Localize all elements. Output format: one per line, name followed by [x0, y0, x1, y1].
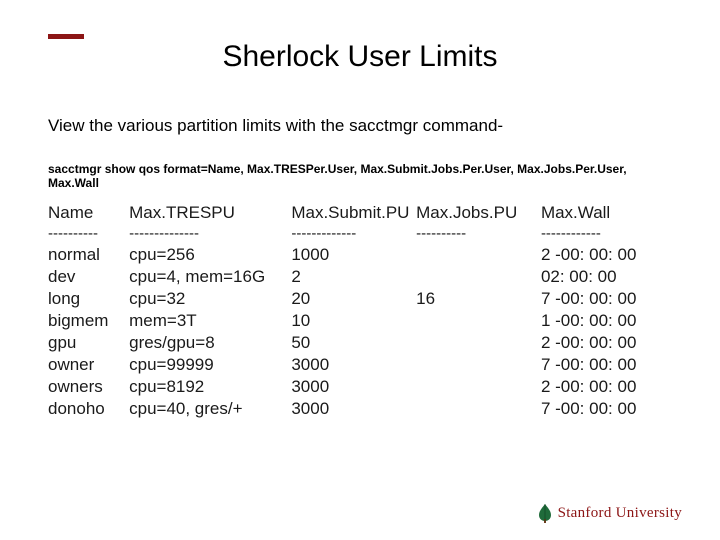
table-row: gpu gres/gpu=8 50 2 -00: 00: 00 — [48, 332, 672, 354]
tree-icon — [536, 502, 554, 524]
table-header-row: Name Max.TRESPU Max.Submit.PU Max.Jobs.P… — [48, 202, 672, 224]
cell-jobs — [416, 266, 541, 288]
sep-jobs: ---------- — [416, 224, 541, 244]
cell-wall: 02: 00: 00 — [541, 266, 672, 288]
cell-submit: 3000 — [291, 376, 416, 398]
cell-jobs — [416, 354, 541, 376]
cell-wall: 2 -00: 00: 00 — [541, 332, 672, 354]
cell-wall: 7 -00: 00: 00 — [541, 354, 672, 376]
table-row: owners cpu=8192 3000 2 -00: 00: 00 — [48, 376, 672, 398]
cell-wall: 7 -00: 00: 00 — [541, 398, 672, 420]
logo-text: Stanford University — [558, 505, 682, 522]
cell-wall: 7 -00: 00: 00 — [541, 288, 672, 310]
cell-tres: cpu=4, mem=16G — [129, 266, 291, 288]
cell-tres: cpu=99999 — [129, 354, 291, 376]
col-header-wall: Max.Wall — [541, 202, 672, 224]
table-separator-row: ---------- -------------- ------------- … — [48, 224, 672, 244]
cell-name: donoho — [48, 398, 129, 420]
cell-jobs — [416, 310, 541, 332]
col-header-tres: Max.TRESPU — [129, 202, 291, 224]
cell-name: bigmem — [48, 310, 129, 332]
sep-name: ---------- — [48, 224, 129, 244]
cell-name: owner — [48, 354, 129, 376]
cell-wall: 2 -00: 00: 00 — [541, 244, 672, 266]
cell-name: dev — [48, 266, 129, 288]
cell-tres: gres/gpu=8 — [129, 332, 291, 354]
stanford-logo: Stanford University — [536, 502, 682, 524]
cell-name: long — [48, 288, 129, 310]
cell-jobs — [416, 332, 541, 354]
col-header-name: Name — [48, 202, 129, 224]
sep-tres: -------------- — [129, 224, 291, 244]
table-row: long cpu=32 20 16 7 -00: 00: 00 — [48, 288, 672, 310]
cell-name: owners — [48, 376, 129, 398]
cell-tres: mem=3T — [129, 310, 291, 332]
cell-submit: 20 — [291, 288, 416, 310]
cell-tres: cpu=256 — [129, 244, 291, 266]
table-row: owner cpu=99999 3000 7 -00: 00: 00 — [48, 354, 672, 376]
col-header-jobs: Max.Jobs.PU — [416, 202, 541, 224]
accent-bar — [48, 34, 84, 39]
table-row: normal cpu=256 1000 2 -00: 00: 00 — [48, 244, 672, 266]
subtitle-text: View the various partition limits with t… — [48, 116, 672, 136]
page-title: Sherlock User Limits — [0, 40, 720, 74]
cell-jobs — [416, 244, 541, 266]
cell-submit: 10 — [291, 310, 416, 332]
limits-table: Name Max.TRESPU Max.Submit.PU Max.Jobs.P… — [48, 202, 672, 420]
cell-wall: 1 -00: 00: 00 — [541, 310, 672, 332]
sep-wall: ------------ — [541, 224, 672, 244]
table-row: donoho cpu=40, gres/+ 3000 7 -00: 00: 00 — [48, 398, 672, 420]
cell-submit: 50 — [291, 332, 416, 354]
cell-submit: 2 — [291, 266, 416, 288]
cell-jobs — [416, 398, 541, 420]
slide: Sherlock User Limits View the various pa… — [0, 0, 720, 540]
cell-tres: cpu=8192 — [129, 376, 291, 398]
cell-name: normal — [48, 244, 129, 266]
cell-wall: 2 -00: 00: 00 — [541, 376, 672, 398]
cell-submit: 3000 — [291, 398, 416, 420]
command-line: sacctmgr show qos format=Name, Max.TRESP… — [48, 162, 672, 190]
cell-name: gpu — [48, 332, 129, 354]
cell-jobs: 16 — [416, 288, 541, 310]
table-row: bigmem mem=3T 10 1 -00: 00: 00 — [48, 310, 672, 332]
cell-tres: cpu=32 — [129, 288, 291, 310]
cell-tres: cpu=40, gres/+ — [129, 398, 291, 420]
cell-jobs — [416, 376, 541, 398]
cell-submit: 1000 — [291, 244, 416, 266]
table-row: dev cpu=4, mem=16G 2 02: 00: 00 — [48, 266, 672, 288]
cell-submit: 3000 — [291, 354, 416, 376]
sep-submit: ------------- — [291, 224, 416, 244]
col-header-submit: Max.Submit.PU — [291, 202, 416, 224]
